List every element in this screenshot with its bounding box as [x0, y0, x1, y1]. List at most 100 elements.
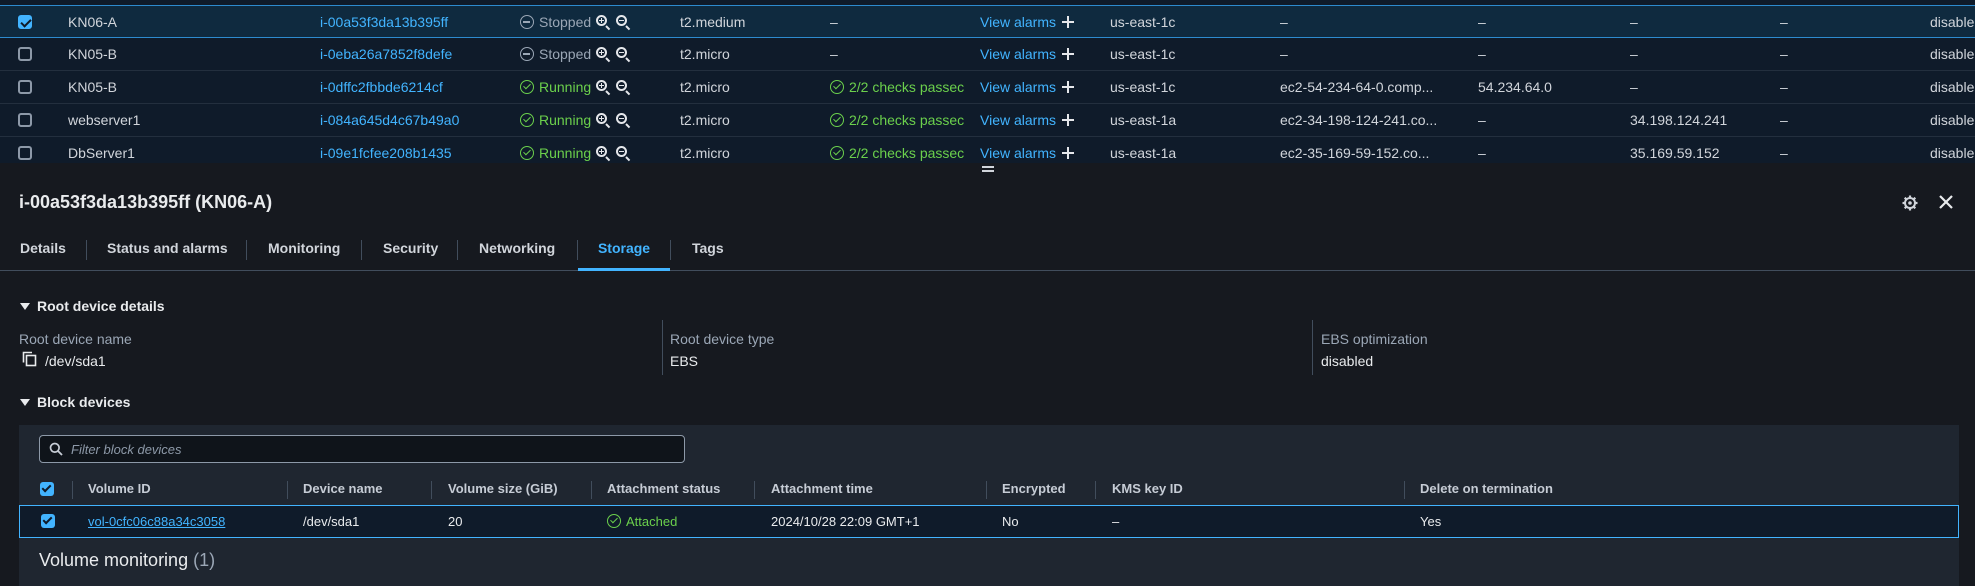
- instance-id-link[interactable]: i-00a53f3da13b395ff: [320, 6, 510, 39]
- instance-id-link[interactable]: i-084a645d4c67b49a0: [320, 104, 510, 137]
- monitoring: disable: [1930, 14, 1975, 30]
- status-check-text: 2/2 checks passec: [849, 79, 964, 95]
- col-attachment-time[interactable]: Attachment time: [771, 475, 873, 503]
- gear-icon[interactable]: [1902, 195, 1918, 211]
- tab-security[interactable]: Security: [383, 226, 438, 271]
- view-alarms-link[interactable]: View alarms: [980, 145, 1056, 161]
- close-icon[interactable]: [1937, 193, 1955, 211]
- zoom-in-icon[interactable]: [596, 146, 611, 162]
- status-check-text: –: [830, 14, 838, 30]
- zoom-out-icon[interactable]: [616, 146, 631, 162]
- filter-block-devices[interactable]: [39, 435, 685, 463]
- volume-id-link[interactable]: vol-0cfc06c88a34c3058: [88, 506, 225, 537]
- col-encrypted[interactable]: Encrypted: [1002, 475, 1066, 503]
- check-circle-icon: [830, 113, 844, 127]
- row-checkbox[interactable]: [41, 514, 55, 528]
- zoom-in-icon[interactable]: [596, 15, 611, 31]
- monitoring: disable: [1930, 112, 1975, 128]
- tab-status-and-alarms[interactable]: Status and alarms: [107, 226, 228, 271]
- block-devices-container: Volume ID Device name Volume size (GiB) …: [19, 425, 1959, 586]
- filter-input[interactable]: [71, 437, 671, 461]
- public-dns: –: [1280, 46, 1288, 62]
- root-device-name-value: /dev/sda1: [45, 353, 106, 369]
- block-devices-toggle[interactable]: Block devices: [20, 394, 130, 410]
- availability-zone: us-east-1c: [1110, 46, 1176, 62]
- tab-divider: [361, 240, 362, 260]
- root-device-type-label: Root device type: [670, 331, 775, 347]
- monitoring: disable: [1930, 79, 1975, 95]
- select-all-checkbox[interactable]: [40, 482, 54, 496]
- plus-icon[interactable]: [1062, 147, 1074, 159]
- zoom-in-icon[interactable]: [596, 80, 611, 96]
- tab-divider: [670, 240, 671, 260]
- row-checkbox[interactable]: [18, 113, 32, 127]
- check-circle-icon: [607, 514, 621, 528]
- tab-networking[interactable]: Networking: [479, 226, 555, 271]
- col-volume-size[interactable]: Volume size (GiB): [448, 475, 558, 503]
- running-icon: [520, 113, 534, 127]
- table-row[interactable]: vol-0cfc06c88a34c3058 /dev/sda1 20 Attac…: [19, 505, 1959, 538]
- instance-id-link[interactable]: i-09e1fcfee208b1435: [320, 137, 510, 163]
- panel-splitter[interactable]: [0, 163, 1975, 175]
- availability-zone: us-east-1c: [1110, 14, 1176, 30]
- table-row[interactable]: webserver1 i-084a645d4c67b49a0 Running t2.m…: [0, 104, 1975, 137]
- zoom-out-icon[interactable]: [616, 15, 631, 31]
- instance-state: Running: [520, 71, 670, 104]
- encrypted-cell: No: [1002, 514, 1019, 529]
- zoom-out-icon[interactable]: [616, 80, 631, 96]
- instance-name: KN05-B: [68, 46, 118, 62]
- zoom-out-icon[interactable]: [616, 47, 631, 63]
- view-alarms-link[interactable]: View alarms: [980, 14, 1056, 30]
- row-checkbox[interactable]: [18, 15, 32, 29]
- col-device-name[interactable]: Device name: [303, 475, 383, 503]
- public-dns: –: [1280, 14, 1288, 30]
- row-checkbox[interactable]: [18, 47, 32, 61]
- public-ipv4: –: [1478, 14, 1486, 30]
- col-volume-id[interactable]: Volume ID: [88, 475, 151, 503]
- zoom-in-icon[interactable]: [596, 47, 611, 63]
- header-divider: [986, 481, 987, 499]
- col-delete-on-termination[interactable]: Delete on termination: [1420, 475, 1553, 503]
- root-device-toggle[interactable]: Root device details: [20, 298, 165, 314]
- splitter-grip-icon[interactable]: [982, 166, 994, 168]
- instance-name: KN05-B: [68, 79, 118, 95]
- zoom-out-icon[interactable]: [616, 113, 631, 129]
- table-row[interactable]: DbServer1 i-09e1fcfee208b1435 Running t2.mi…: [0, 137, 1975, 163]
- plus-icon[interactable]: [1062, 48, 1074, 60]
- plus-icon[interactable]: [1062, 81, 1074, 93]
- plus-icon[interactable]: [1062, 16, 1074, 28]
- instance-id-link[interactable]: i-0dffc2fbbde6214cf: [320, 71, 510, 104]
- tab-details[interactable]: Details: [20, 226, 66, 271]
- table-row[interactable]: KN05-B i-0eba26a7852f8defe Stopped t2.micro…: [0, 38, 1975, 71]
- availability-zone: us-east-1c: [1110, 79, 1176, 95]
- instance-type: t2.micro: [680, 112, 730, 128]
- copy-icon[interactable]: [22, 351, 37, 367]
- view-alarms-link[interactable]: View alarms: [980, 79, 1056, 95]
- view-alarms-link[interactable]: View alarms: [980, 46, 1056, 62]
- tab-storage[interactable]: Storage: [578, 226, 670, 271]
- instance-id-link[interactable]: i-0eba26a7852f8defe: [320, 38, 510, 71]
- splitter-grip-icon[interactable]: [982, 170, 994, 172]
- zoom-in-icon[interactable]: [596, 113, 611, 129]
- tab-tags[interactable]: Tags: [692, 226, 724, 271]
- instance-state-text: Stopped: [539, 14, 592, 30]
- status-check: 2/2 checks passec: [830, 71, 964, 104]
- plus-icon[interactable]: [1062, 114, 1074, 126]
- table-row[interactable]: KN05-B i-0dffc2fbbde6214cf Running t2.micro…: [0, 71, 1975, 104]
- instance-name: DbServer1: [68, 145, 135, 161]
- view-alarms-link[interactable]: View alarms: [980, 112, 1056, 128]
- public-dns: ec2-54-234-64-0.comp...: [1280, 79, 1434, 95]
- elastic-ip: 34.198.124.241: [1630, 112, 1728, 128]
- instance-state-text: Stopped: [539, 46, 592, 62]
- detail-tabs: Details Status and alarms Monitoring Sec…: [0, 226, 1975, 271]
- ipv6-ips: –: [1780, 46, 1788, 62]
- col-attachment-status[interactable]: Attachment status: [607, 475, 720, 503]
- column-divider: [662, 320, 663, 375]
- row-checkbox[interactable]: [18, 146, 32, 160]
- col-kms-key-id[interactable]: KMS key ID: [1112, 475, 1183, 503]
- header-divider: [1095, 481, 1096, 499]
- tab-monitoring[interactable]: Monitoring: [268, 226, 340, 271]
- table-row[interactable]: KN06-A i-00a53f3da13b395ff Stopped t2.mediu…: [0, 5, 1975, 38]
- row-checkbox[interactable]: [18, 80, 32, 94]
- running-icon: [520, 80, 534, 94]
